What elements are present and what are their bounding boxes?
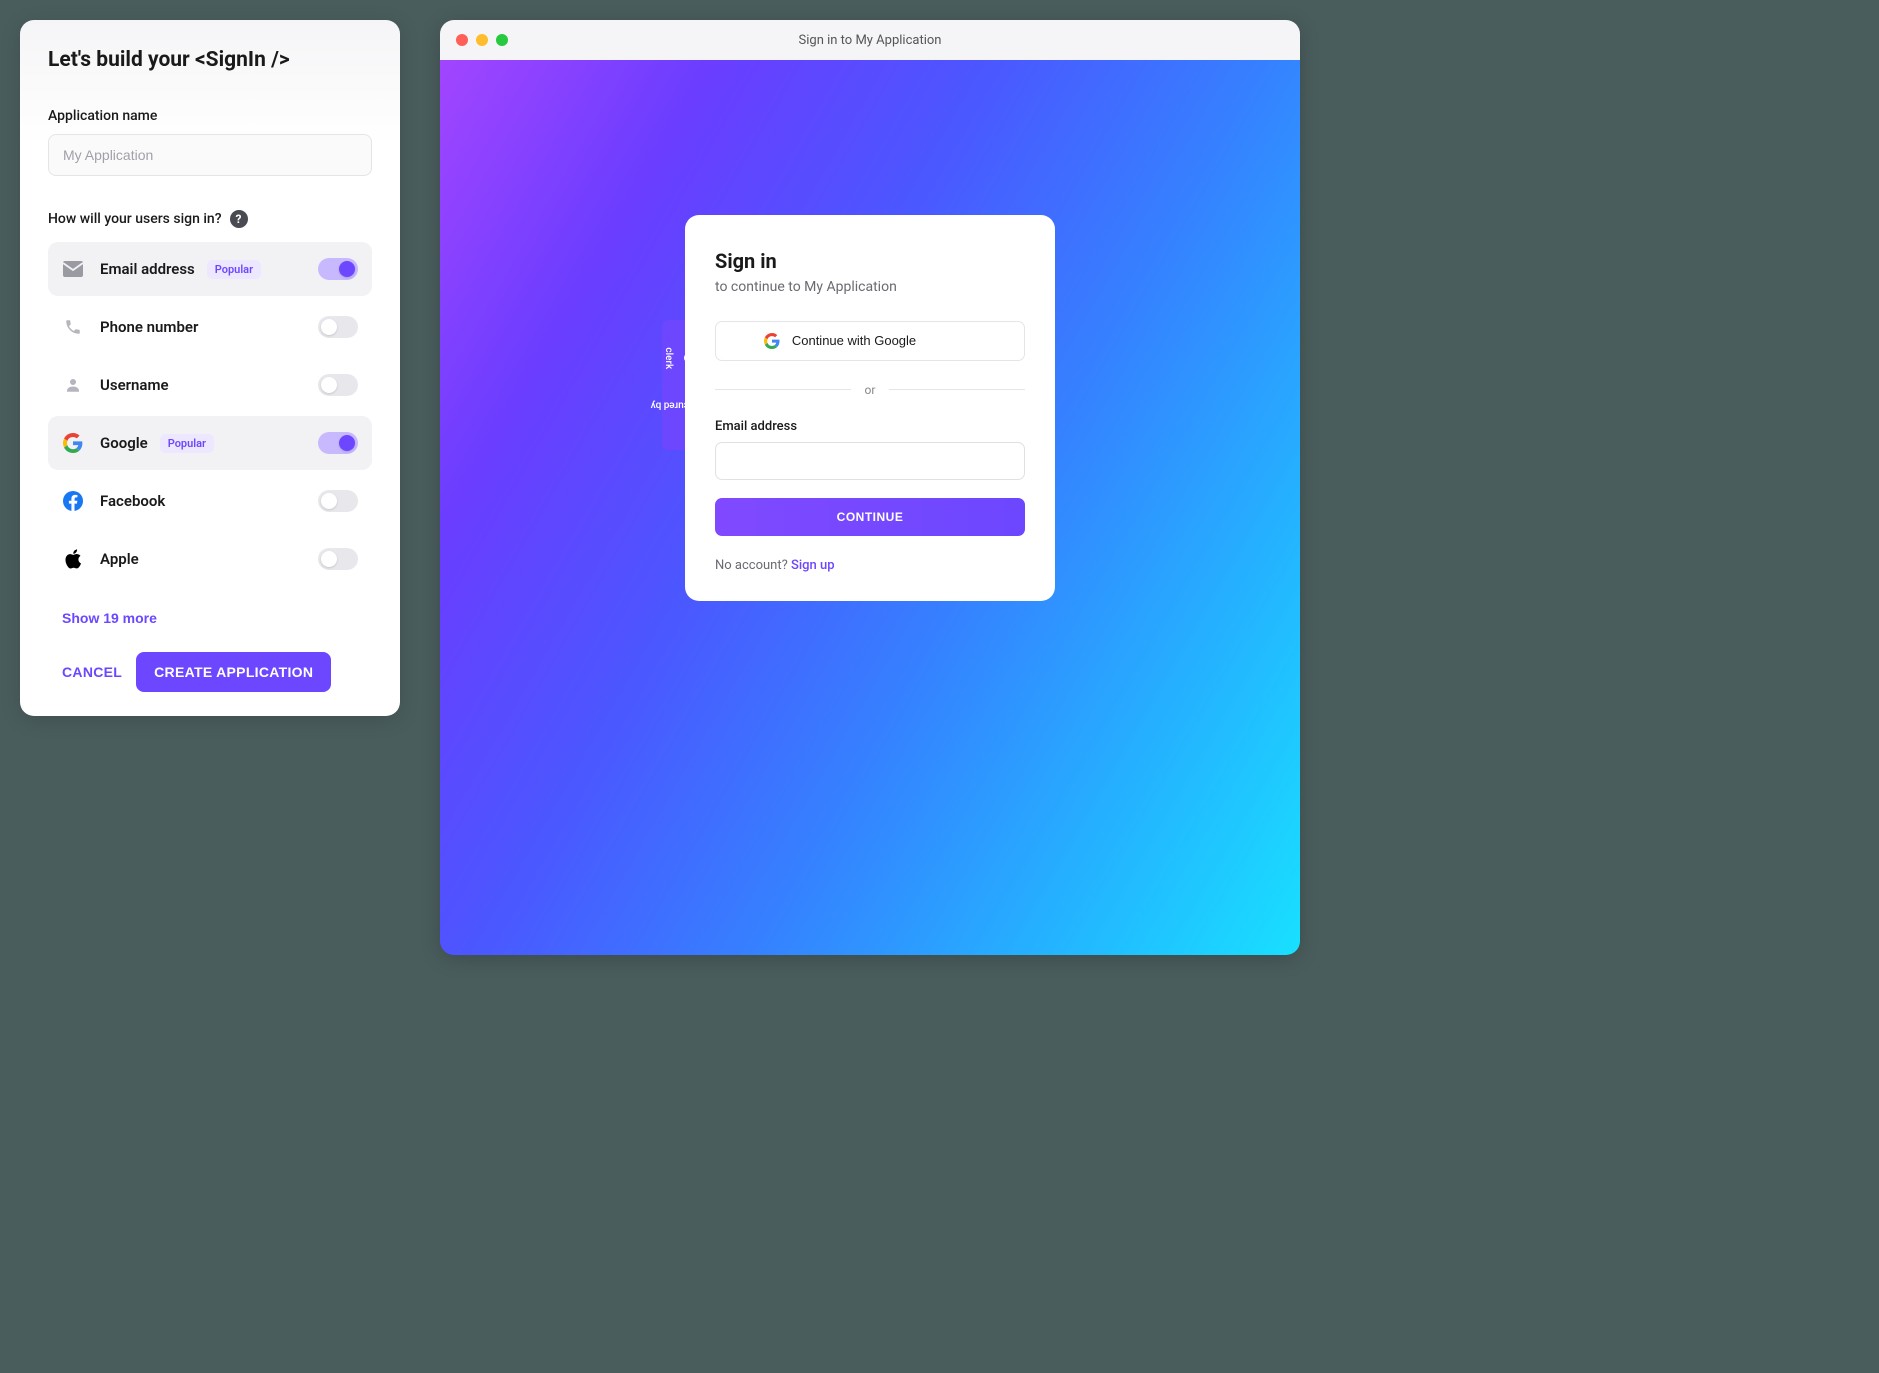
google-button-label: Continue with Google bbox=[792, 333, 916, 348]
show-more-button[interactable]: Show 19 more bbox=[62, 610, 157, 626]
email-field-label: Email address bbox=[715, 419, 1025, 434]
app-name-input[interactable] bbox=[48, 134, 372, 176]
auth-option-google-label: Google bbox=[100, 434, 148, 452]
signin-card: Sign in to continue to My Application Co… bbox=[685, 215, 1055, 601]
signup-prompt: No account? Sign up bbox=[715, 558, 1025, 573]
auth-option-phone-label: Phone number bbox=[100, 318, 198, 336]
apple-icon bbox=[62, 548, 84, 570]
signin-methods-text: How will your users sign in? bbox=[48, 211, 222, 227]
divider: or bbox=[715, 383, 1025, 397]
window-titlebar: Sign in to My Application bbox=[440, 20, 1300, 60]
google-icon bbox=[764, 333, 780, 349]
signin-methods-label: How will your users sign in? ? bbox=[48, 210, 372, 228]
auth-option-username-label: Username bbox=[100, 376, 169, 394]
no-account-text: No account? bbox=[715, 558, 791, 573]
toggle-google[interactable] bbox=[318, 432, 358, 454]
popular-badge: Popular bbox=[160, 434, 214, 453]
window-close-icon[interactable] bbox=[456, 34, 468, 46]
auth-option-email: Email address Popular bbox=[48, 242, 372, 296]
divider-text: or bbox=[865, 383, 876, 397]
secured-brand-text: clerk bbox=[664, 347, 675, 369]
signin-title: Sign in bbox=[715, 249, 1025, 273]
config-panel: Let's build your <SignIn /> Application … bbox=[20, 20, 400, 716]
window-minimize-icon[interactable] bbox=[476, 34, 488, 46]
auth-option-email-label: Email address bbox=[100, 260, 195, 278]
traffic-lights bbox=[456, 34, 508, 46]
preview-window: Sign in to My Application Secured by ◉ c… bbox=[440, 20, 1300, 955]
window-zoom-icon[interactable] bbox=[496, 34, 508, 46]
config-title-component: <SignIn /> bbox=[195, 48, 290, 72]
divider-line bbox=[715, 389, 851, 390]
email-input[interactable] bbox=[715, 442, 1025, 480]
auth-option-username: Username bbox=[48, 358, 372, 412]
continue-with-google-button[interactable]: Continue with Google bbox=[715, 321, 1025, 361]
auth-option-facebook-label: Facebook bbox=[100, 492, 165, 510]
create-application-button[interactable]: CREATE APPLICATION bbox=[136, 652, 331, 692]
action-row: CANCEL CREATE APPLICATION bbox=[48, 652, 372, 692]
facebook-icon bbox=[62, 490, 84, 512]
signin-subtitle: to continue to My Application bbox=[715, 279, 1025, 295]
auth-option-apple-label: Apple bbox=[100, 550, 139, 568]
preview-canvas: Secured by ◉ clerk Sign in to continue t… bbox=[440, 60, 1300, 955]
phone-icon bbox=[62, 316, 84, 338]
auth-option-google: Google Popular bbox=[48, 416, 372, 470]
google-icon bbox=[62, 432, 84, 454]
toggle-phone[interactable] bbox=[318, 316, 358, 338]
auth-option-phone: Phone number bbox=[48, 300, 372, 354]
toggle-apple[interactable] bbox=[318, 548, 358, 570]
signup-link[interactable]: Sign up bbox=[791, 558, 835, 573]
config-title: Let's build your <SignIn /> bbox=[48, 48, 372, 72]
toggle-facebook[interactable] bbox=[318, 490, 358, 512]
auth-option-apple: Apple bbox=[48, 532, 372, 586]
divider-line bbox=[889, 389, 1025, 390]
app-name-label: Application name bbox=[48, 108, 372, 124]
continue-button[interactable]: CONTINUE bbox=[715, 498, 1025, 536]
help-icon[interactable]: ? bbox=[230, 210, 248, 228]
toggle-username[interactable] bbox=[318, 374, 358, 396]
window-title: Sign in to My Application bbox=[799, 33, 942, 48]
cancel-button[interactable]: CANCEL bbox=[62, 664, 122, 680]
popular-badge: Popular bbox=[207, 260, 261, 279]
user-icon bbox=[62, 374, 84, 396]
email-icon bbox=[62, 258, 84, 280]
config-title-prefix: Let's build your bbox=[48, 48, 195, 72]
toggle-email[interactable] bbox=[318, 258, 358, 280]
auth-option-facebook: Facebook bbox=[48, 474, 372, 528]
